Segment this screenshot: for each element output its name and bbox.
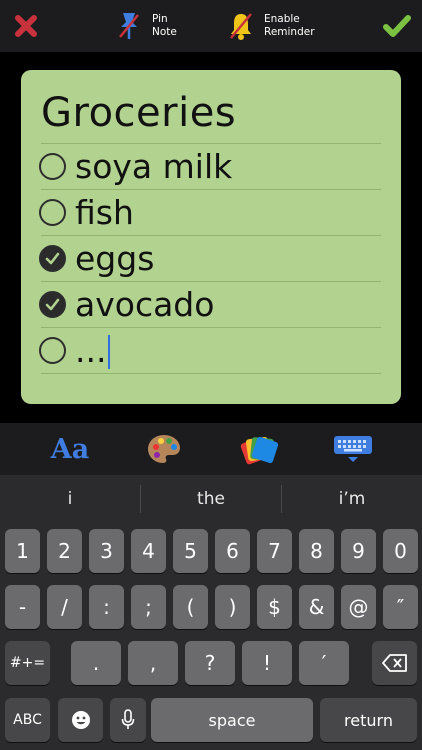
font-icon: Aa	[50, 433, 90, 465]
pin-note-button[interactable]: Pin Note	[116, 10, 177, 42]
checked-circle-icon[interactable]	[39, 290, 66, 318]
palette-icon	[148, 435, 180, 463]
list-item-text[interactable]: fish	[75, 193, 134, 232]
list-item[interactable]: avocado	[39, 282, 214, 326]
checkmark-icon	[45, 252, 60, 264]
key-hyphen[interactable]: -	[5, 585, 40, 629]
key-5[interactable]: 5	[173, 529, 208, 573]
key-7[interactable]: 7	[257, 529, 292, 573]
close-icon	[15, 15, 37, 37]
checkmark-icon	[383, 15, 411, 37]
key-4[interactable]: 4	[131, 529, 166, 573]
key-1[interactable]: 1	[5, 529, 40, 573]
format-bar: Aa	[0, 423, 422, 475]
color-cards-icon	[240, 436, 279, 465]
text-cursor	[108, 335, 111, 369]
close-button[interactable]	[12, 12, 40, 40]
unchecked-circle-icon[interactable]	[39, 336, 66, 364]
key-colon[interactable]: :	[89, 585, 124, 629]
color-palette-button[interactable]	[144, 431, 184, 467]
unchecked-circle-icon[interactable]	[39, 198, 66, 226]
key-exclamation[interactable]: !	[242, 641, 292, 685]
note-card[interactable]: Groceries soya milk fish eggs avocado ..…	[21, 70, 401, 404]
bell-off-icon	[230, 13, 252, 40]
note-area: Groceries soya milk fish eggs avocado ..…	[0, 52, 422, 423]
list-item[interactable]: fish	[39, 190, 134, 234]
dictation-key[interactable]	[110, 698, 146, 742]
unchecked-circle-icon[interactable]	[39, 152, 66, 180]
key-ampersand[interactable]: &	[299, 585, 334, 629]
list-item-editing[interactable]: ...	[39, 328, 111, 372]
key-9[interactable]: 9	[341, 529, 376, 573]
done-button[interactable]	[382, 12, 412, 40]
list-item-text[interactable]: soya milk	[75, 147, 232, 186]
key-8[interactable]: 8	[299, 529, 334, 573]
key-question[interactable]: ?	[185, 641, 235, 685]
suggestion-3[interactable]: i’m	[282, 475, 422, 523]
list-item-text[interactable]: avocado	[75, 285, 214, 324]
key-at[interactable]: @	[341, 585, 376, 629]
key-double-quote[interactable]: ″	[383, 585, 418, 629]
key-semicolon[interactable]: ;	[131, 585, 166, 629]
delete-key[interactable]	[372, 641, 417, 685]
key-3[interactable]: 3	[89, 529, 124, 573]
font-button[interactable]: Aa	[48, 431, 92, 467]
note-color-button[interactable]	[238, 431, 280, 467]
keyboard: i the i’m 1 2 3 4 5 6 7 8 9 0 - / : ; ( …	[0, 475, 422, 750]
list-item-value[interactable]: ...	[75, 331, 106, 370]
rule-line	[41, 373, 381, 374]
abc-key[interactable]: ABC	[5, 698, 50, 742]
emoji-key[interactable]	[58, 698, 103, 742]
key-dollar[interactable]: $	[257, 585, 292, 629]
list-item[interactable]: soya milk	[39, 144, 232, 188]
enable-reminder-label: Enable Reminder	[264, 13, 315, 38]
top-toolbar: Pin Note Enable Reminder	[0, 0, 422, 52]
key-period[interactable]: .	[71, 641, 121, 685]
emoji-icon	[71, 711, 90, 729]
key-close-paren[interactable]: )	[215, 585, 250, 629]
key-open-paren[interactable]: (	[173, 585, 208, 629]
key-symbols[interactable]: #+=	[5, 641, 50, 685]
backspace-icon	[381, 654, 407, 672]
key-comma[interactable]: ,	[128, 641, 178, 685]
list-item[interactable]: eggs	[39, 236, 154, 280]
microphone-icon	[121, 709, 135, 729]
checked-circle-icon[interactable]	[39, 244, 66, 272]
suggestion-2[interactable]: the	[141, 475, 281, 523]
pin-note-label: Pin Note	[152, 13, 177, 38]
enable-reminder-button[interactable]: Enable Reminder	[228, 10, 315, 42]
list-item-text[interactable]: eggs	[75, 239, 154, 278]
key-slash[interactable]: /	[47, 585, 82, 629]
key-2[interactable]: 2	[47, 529, 82, 573]
key-0[interactable]: 0	[383, 529, 418, 573]
pin-off-icon	[119, 13, 139, 39]
hide-keyboard-button[interactable]	[332, 431, 374, 467]
suggestion-bar: i the i’m	[0, 475, 422, 523]
key-apostrophe[interactable]: ′	[299, 641, 349, 685]
return-key[interactable]: return	[320, 698, 417, 742]
checkmark-icon	[45, 298, 60, 310]
note-title[interactable]: Groceries	[41, 90, 236, 136]
key-6[interactable]: 6	[215, 529, 250, 573]
list-item-text[interactable]: ...	[75, 331, 111, 370]
space-key[interactable]: space	[151, 698, 313, 742]
suggestion-1[interactable]: i	[0, 475, 140, 523]
keyboard-icon	[334, 436, 372, 462]
